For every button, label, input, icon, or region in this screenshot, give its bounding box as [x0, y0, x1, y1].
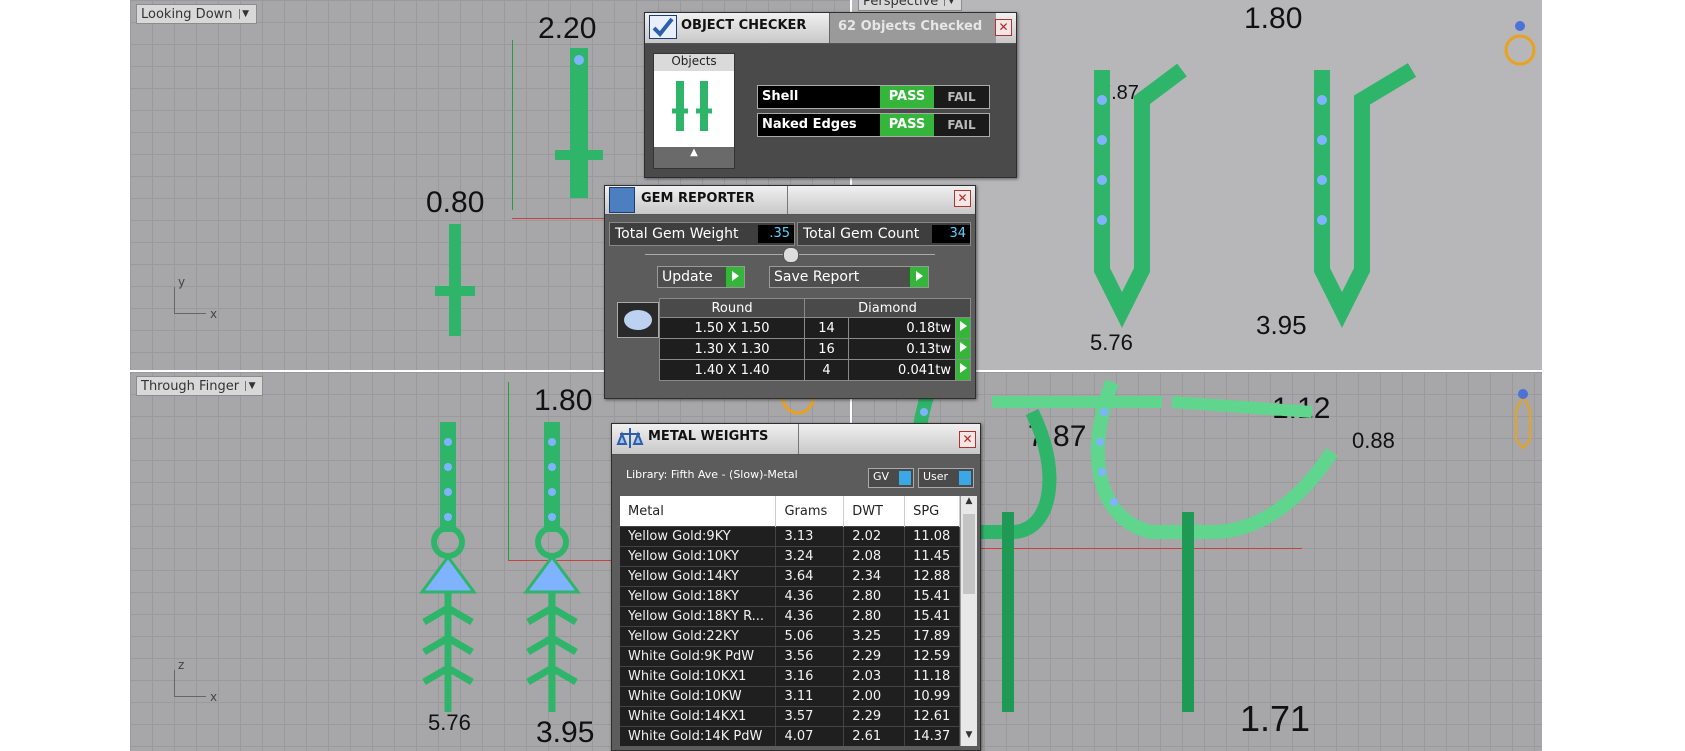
- save-report-button[interactable]: Save Report: [769, 266, 929, 288]
- gem-table-header-round: Round: [658, 298, 806, 318]
- chevron-up-icon[interactable]: ▲: [654, 147, 734, 165]
- check-row-shell: Shell PASS FAIL: [757, 85, 990, 109]
- metal-header-grams[interactable]: Grams: [775, 496, 845, 527]
- total-gem-count-box: Total Gem Count 34: [797, 222, 971, 246]
- metal-row[interactable]: White Gold:14KX1 3.57 2.29 12.61: [620, 706, 960, 727]
- gem-row: 1.40 X 1.40 4 0.041tw: [658, 359, 971, 381]
- ring-icon-top[interactable]: [1502, 14, 1538, 74]
- shell-fail-badge[interactable]: FAIL: [934, 86, 989, 108]
- metal-table-scrollbar[interactable]: ▲ ▼: [960, 496, 977, 746]
- metal-table: Metal Grams DWT SPG Yellow Gold:9KY 3.13 2…: [620, 496, 960, 746]
- metal-header-spg[interactable]: SPG: [904, 496, 960, 527]
- gem-row: 1.30 X 1.30 16 0.13tw: [658, 338, 971, 360]
- metal-row[interactable]: Yellow Gold:18KY R... 4.36 2.80 15.41: [620, 606, 960, 627]
- chevron-down-icon[interactable]: ▼: [944, 0, 957, 6]
- play-icon: [909, 267, 928, 287]
- play-icon[interactable]: [955, 317, 971, 339]
- metal-row[interactable]: White Gold:10KW 3.11 2.00 10.99: [620, 686, 960, 707]
- gem-reporter-panel: GEM REPORTER ✕ Total Gem Weight .35 Tota…: [604, 185, 976, 399]
- library-label: Library: Fifth Ave - (Slow)-Metal: [626, 468, 798, 481]
- axis-indicator-xz: z x: [170, 658, 220, 708]
- gem-report-icon: [609, 187, 635, 213]
- objects-header: Objects: [654, 54, 734, 71]
- axis-indicator-xy: y x: [170, 275, 220, 325]
- viewport-label-perspective[interactable]: Perspective ▼: [858, 0, 963, 11]
- metal-header-dwt[interactable]: DWT: [843, 496, 906, 527]
- close-icon[interactable]: ✕: [954, 190, 971, 207]
- viewport-label-through-finger[interactable]: Through Finger ▼: [136, 376, 264, 396]
- metal-weights-panel: METAL WEIGHTS ✕ Library: Fifth Ave - (Sl…: [611, 423, 981, 751]
- earring-model-perspective: [1094, 63, 1417, 328]
- gem-table: Round Diamond 1.50 X 1.50 14 0.18tw 1.30…: [658, 298, 971, 381]
- metal-row[interactable]: Yellow Gold:9KY 3.13 2.02 11.08: [620, 526, 960, 547]
- metal-row[interactable]: Yellow Gold:10KY 3.24 2.08 11.45: [620, 546, 960, 567]
- earring-model-front-pair: [419, 422, 581, 712]
- checkmark-icon: [649, 15, 677, 39]
- viewport-label-looking-down[interactable]: Looking Down ▼: [136, 4, 257, 24]
- update-button[interactable]: Update: [657, 266, 745, 288]
- total-gem-weight-box: Total Gem Weight .35: [609, 222, 795, 246]
- gem-reporter-titlebar[interactable]: GEM REPORTER ✕: [605, 186, 975, 215]
- gv-toggle[interactable]: GV: [868, 468, 914, 488]
- close-icon[interactable]: ✕: [995, 19, 1012, 36]
- naked-edges-pass-badge[interactable]: PASS: [880, 114, 934, 136]
- objects-checked-count: 62 Objects Checked: [838, 19, 983, 34]
- metal-weights-titlebar[interactable]: METAL WEIGHTS ✕: [612, 424, 980, 455]
- shell-pass-badge[interactable]: PASS: [880, 86, 934, 108]
- dimension-1-80-finger: 1.80: [534, 384, 593, 417]
- metal-row[interactable]: White Gold:9K PdW 3.56 2.29 12.59: [620, 646, 960, 667]
- gem-row: 1.50 X 1.50 14 0.18tw: [658, 317, 971, 339]
- close-icon[interactable]: ✕: [959, 431, 976, 448]
- play-icon[interactable]: [955, 359, 971, 381]
- user-toggle[interactable]: User: [918, 468, 974, 488]
- metal-row[interactable]: Yellow Gold:14KY 3.64 2.34 12.88: [620, 566, 960, 587]
- total-gem-weight-value: .35: [758, 225, 794, 243]
- object-checker-panel: OBJECT CHECKER 62 Objects Checked ✕ Obje…: [644, 12, 1017, 178]
- chevron-down-icon[interactable]: ▼: [961, 730, 977, 746]
- scale-icon: [616, 426, 644, 448]
- objects-thumbnail-box[interactable]: Objects ▲: [653, 53, 735, 169]
- round-gem-icon: [617, 302, 659, 338]
- metal-row[interactable]: Yellow Gold:18KY 4.36 2.80 15.41: [620, 586, 960, 607]
- chevron-up-icon[interactable]: ▲: [961, 496, 977, 512]
- metal-header-metal[interactable]: Metal: [620, 496, 777, 527]
- earring-model-side: [435, 224, 475, 336]
- dimension-0-80: 0.80: [426, 186, 485, 219]
- play-icon: [725, 267, 744, 287]
- gem-slider-handle[interactable]: [783, 247, 799, 263]
- metal-row[interactable]: White Gold:10KX1 3.16 2.03 11.18: [620, 666, 960, 687]
- chevron-down-icon[interactable]: ▼: [238, 9, 252, 19]
- check-row-naked-edges: Naked Edges PASS FAIL: [757, 113, 990, 137]
- chevron-down-icon[interactable]: ▼: [245, 381, 258, 391]
- naked-edges-fail-badge[interactable]: FAIL: [934, 114, 989, 136]
- metal-row[interactable]: Yellow Gold:22KY 5.06 3.25 17.89: [620, 626, 960, 647]
- metal-row[interactable]: White Gold:14K PdW 4.07 2.61 14.37: [620, 726, 960, 746]
- object-checker-titlebar[interactable]: OBJECT CHECKER 62 Objects Checked ✕: [645, 13, 1016, 44]
- gem-table-header-diamond: Diamond: [804, 298, 971, 318]
- play-icon[interactable]: [955, 338, 971, 360]
- scrollbar-thumb[interactable]: [963, 514, 975, 594]
- objects-thumbnail: [654, 71, 734, 147]
- earring-model-side-pair: [912, 379, 1338, 712]
- total-gem-count-value: 34: [932, 225, 970, 243]
- earring-icon-side[interactable]: [1510, 386, 1536, 450]
